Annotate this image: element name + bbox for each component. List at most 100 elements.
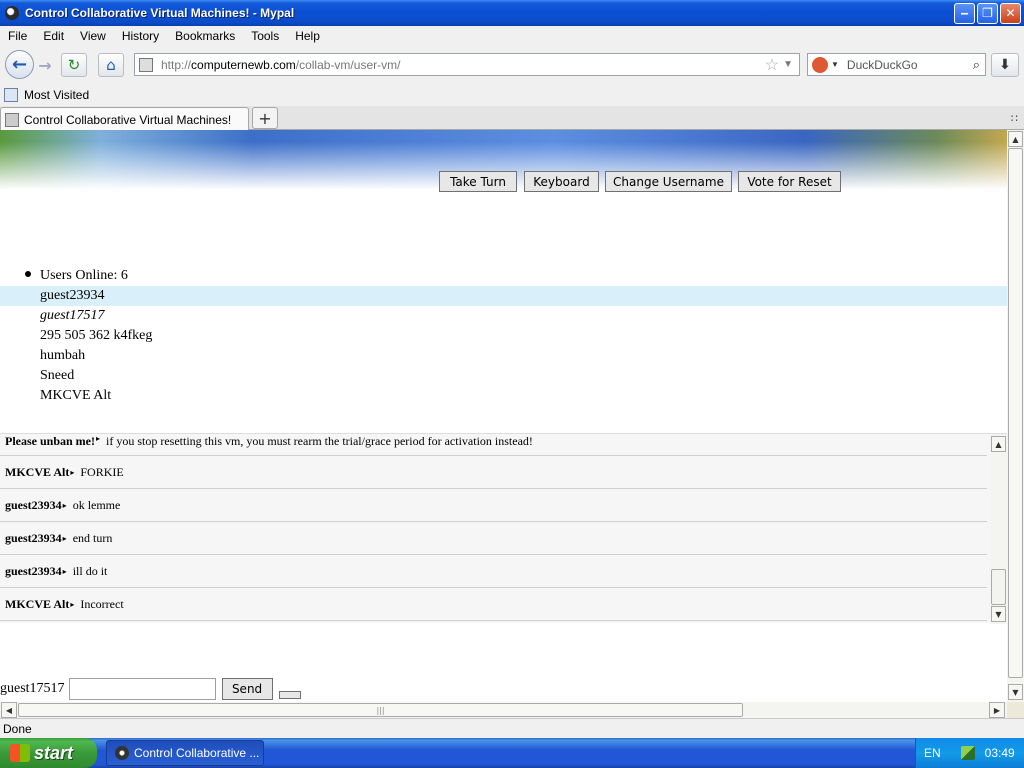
- scroll-left-button[interactable]: ◀: [1, 702, 17, 718]
- mypal-app-icon: [5, 6, 19, 20]
- user-item[interactable]: MKCVE Alt: [0, 386, 1007, 406]
- windows-flag-icon: [10, 744, 30, 762]
- close-button[interactable]: ✕: [1000, 2, 1021, 24]
- users-online-count: Users Online: 6: [40, 268, 128, 283]
- search-engine-dropdown-icon[interactable]: ▼: [831, 60, 839, 69]
- menu-tools[interactable]: Tools: [243, 29, 287, 43]
- list-bullet: [25, 271, 31, 277]
- url-path: /collab-vm/user-vm/: [295, 57, 401, 72]
- send-button[interactable]: Send: [221, 678, 273, 700]
- page-content: Take Turn Keyboard Change Username Vote …: [0, 130, 1007, 702]
- status-text: Done: [3, 721, 32, 736]
- chat-log[interactable]: Please unban me! ▸ if you stop resetting…: [0, 433, 1007, 624]
- list-all-tabs-icon[interactable]: ∷: [1011, 112, 1018, 125]
- chat-input[interactable]: [68, 678, 216, 700]
- user-item[interactable]: 295 505 362 k4fkeg: [0, 326, 1007, 346]
- user-item[interactable]: guest17517: [0, 306, 1007, 326]
- chat-arrow-icon: ▸: [96, 434, 101, 443]
- chat-scroll-thumb[interactable]: [991, 569, 1006, 605]
- menu-file[interactable]: File: [0, 29, 35, 43]
- bookmark-star-icon[interactable]: ☆: [765, 55, 779, 75]
- scrollbar-corner: [1007, 702, 1024, 718]
- chat-scroll-down-button[interactable]: ▼: [991, 606, 1006, 622]
- chat-text: ill do it: [72, 563, 108, 578]
- taskbar-item-label: Control Collaborative ...: [134, 746, 260, 760]
- window-title: Control Collaborative Virtual Machines! …: [25, 6, 295, 20]
- vote-for-reset-button[interactable]: Vote for Reset: [738, 171, 841, 192]
- chat-username: MKCVE Alt: [5, 596, 70, 611]
- user-item[interactable]: guest23934: [0, 286, 1007, 306]
- chat-username: guest23934: [5, 497, 62, 512]
- user-item[interactable]: humbah: [0, 346, 1007, 366]
- site-identity-icon[interactable]: [139, 57, 153, 72]
- chat-message: guest23934 ▸ ill do it: [0, 555, 987, 588]
- mypal-task-icon: [115, 746, 129, 760]
- url-bar[interactable]: http://computernewb.com/collab-vm/user-v…: [134, 53, 800, 76]
- search-input[interactable]: DuckDuckGo: [847, 58, 918, 72]
- chat-scroll-up-button[interactable]: ▲: [991, 436, 1006, 452]
- chat-arrow-icon: ▸: [62, 566, 67, 576]
- new-tab-button[interactable]: +: [252, 107, 278, 129]
- url-scheme: http://: [161, 57, 192, 72]
- network-icon[interactable]: [960, 746, 975, 760]
- menu-edit[interactable]: Edit: [35, 29, 72, 43]
- duckduckgo-icon[interactable]: [812, 56, 828, 73]
- status-bar: Done: [0, 718, 1024, 738]
- bookmark-most-visited[interactable]: Most Visited: [24, 88, 89, 102]
- system-tray: EN 03:49: [915, 738, 1024, 768]
- language-indicator[interactable]: EN: [916, 746, 949, 760]
- scroll-grip-icon: |||: [376, 705, 385, 715]
- vertical-scroll-thumb[interactable]: [1008, 148, 1023, 678]
- tab-label: Control Collaborative Virtual Machines!: [24, 112, 232, 127]
- chat-arrow-icon: ▸: [62, 533, 67, 543]
- horizontal-scroll-thumb[interactable]: |||: [18, 703, 743, 717]
- chat-text: ok lemme: [72, 497, 121, 512]
- chat-message: Please unban me! ▸ if you stop resetting…: [0, 434, 987, 456]
- taskbar-item-mypal[interactable]: Control Collaborative ...: [106, 740, 264, 766]
- chat-message: guest23934 ▸ end turn: [0, 522, 987, 555]
- reload-button[interactable]: ↻: [61, 53, 87, 77]
- minimize-button[interactable]: ‒: [954, 2, 975, 24]
- keyboard-button[interactable]: Keyboard: [524, 171, 599, 192]
- chat-text: FORKIE: [80, 464, 124, 479]
- start-button[interactable]: start: [0, 738, 97, 768]
- scroll-down-button[interactable]: ▼: [1008, 684, 1023, 700]
- menu-help[interactable]: Help: [287, 29, 328, 43]
- user-item[interactable]: Sneed: [0, 366, 1007, 386]
- take-turn-button[interactable]: Take Turn: [439, 171, 517, 192]
- change-username-button[interactable]: Change Username: [605, 171, 732, 192]
- chat-message: MKCVE Alt ▸ FORKIE: [0, 456, 987, 489]
- tab-collabvm[interactable]: Control Collaborative Virtual Machines!: [0, 107, 249, 131]
- menu-view[interactable]: View: [72, 29, 114, 43]
- clock[interactable]: 03:49: [985, 746, 1015, 760]
- page-vertical-scrollbar[interactable]: ▲ ▼: [1007, 130, 1024, 702]
- blank-button[interactable]: [278, 691, 301, 699]
- chat-arrow-icon: ▸: [70, 467, 75, 477]
- url-history-dropdown-icon[interactable]: ▼: [783, 59, 793, 70]
- page-horizontal-scrollbar[interactable]: ◀ ||| ▶: [0, 702, 1007, 718]
- chat-arrow-icon: ▸: [70, 599, 75, 609]
- forward-button[interactable]: →: [35, 55, 55, 75]
- chat-text: Incorrect: [80, 596, 124, 611]
- scroll-right-button[interactable]: ▶: [989, 702, 1005, 718]
- back-button[interactable]: ←: [5, 50, 34, 79]
- maximize-button[interactable]: ❐: [977, 2, 998, 24]
- menu-bookmarks[interactable]: Bookmarks: [167, 29, 243, 43]
- menu-history[interactable]: History: [114, 29, 167, 43]
- search-icon[interactable]: ⌕: [973, 57, 980, 73]
- chat-current-username: guest17517: [0, 681, 65, 696]
- chat-username: guest23934: [5, 563, 62, 578]
- home-button[interactable]: ⌂: [98, 53, 124, 77]
- downloads-button[interactable]: ⬇: [991, 53, 1019, 77]
- bookmarks-bar: Most Visited: [0, 84, 1024, 106]
- search-bar[interactable]: ▼ DuckDuckGo ⌕: [807, 53, 986, 76]
- scroll-up-button[interactable]: ▲: [1008, 131, 1023, 147]
- chat-message: guest23934 ▸ ok lemme: [0, 489, 987, 522]
- most-visited-icon: [4, 88, 18, 102]
- chat-scrollbar[interactable]: ▲ ▼: [990, 434, 1007, 624]
- url-host: computernewb.com: [191, 57, 296, 72]
- chat-arrow-icon: ▸: [62, 500, 67, 510]
- window-titlebar[interactable]: Control Collaborative Virtual Machines! …: [0, 0, 1024, 26]
- taskbar: start Control Collaborative ... EN 03:49: [0, 738, 1024, 768]
- chat-message: MKCVE Alt ▸ Incorrect: [0, 588, 987, 621]
